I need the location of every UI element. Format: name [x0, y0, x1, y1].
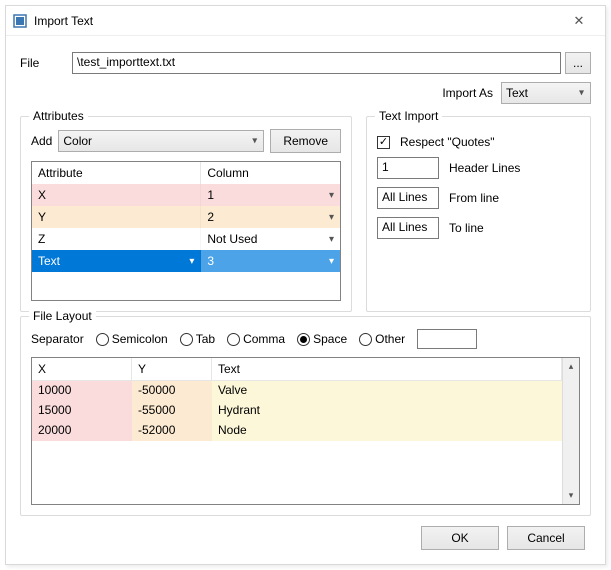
import-as-label: Import As [442, 86, 493, 100]
app-icon [12, 13, 28, 29]
chevron-down-icon: ▾ [329, 256, 334, 267]
titlebar: Import Text ✕ [6, 6, 605, 36]
attr-name-cell: Text▾ [32, 250, 201, 272]
attribute-row[interactable]: Y2▾ [32, 206, 340, 228]
to-line-label: To line [449, 221, 484, 235]
header-lines-input[interactable]: 1 [377, 157, 439, 179]
attr-column-cell[interactable]: Not Used▾ [201, 228, 340, 250]
col-text-header[interactable]: Text [212, 358, 562, 381]
sep-tab[interactable]: Tab [180, 332, 215, 346]
attribute-row[interactable]: Text▾3▾ [32, 250, 340, 272]
close-button[interactable]: ✕ [559, 13, 599, 29]
import-as-value: Text [506, 86, 528, 100]
data-preview-table: X Y Text 10000-50000Valve15000-55000Hydr… [32, 358, 562, 504]
cell-text: Valve [212, 381, 562, 401]
cancel-button[interactable]: Cancel [507, 526, 585, 550]
file-input[interactable]: \test_importtext.txt [72, 52, 561, 74]
window-title: Import Text [34, 14, 559, 28]
attr-column-cell[interactable]: 1▾ [201, 184, 340, 206]
attr-name-cell: Y [32, 206, 201, 228]
vertical-scrollbar[interactable]: ▴ ▾ [562, 358, 579, 504]
chevron-down-icon: ▾ [252, 136, 257, 147]
attributes-legend: Attributes [29, 109, 88, 123]
cell-y: -55000 [132, 401, 212, 421]
remove-button[interactable]: Remove [270, 129, 341, 153]
data-row[interactable]: 20000-52000Node [32, 421, 562, 441]
scroll-down-icon[interactable]: ▾ [563, 487, 579, 504]
cell-y: -50000 [132, 381, 212, 401]
cell-text: Node [212, 421, 562, 441]
attr-column-cell[interactable]: 3▾ [201, 250, 340, 272]
text-import-group: Text Import ✓ Respect "Quotes" 1 Header … [366, 116, 591, 312]
from-line-label: From line [449, 191, 499, 205]
file-layout-legend: File Layout [29, 309, 96, 323]
header-lines-label: Header Lines [449, 161, 520, 175]
attributes-group: Attributes Add Color ▾ Remove Attribute … [20, 116, 352, 312]
attr-name-cell: Z [32, 228, 201, 250]
cell-text: Hydrant [212, 401, 562, 421]
cell-x: 10000 [32, 381, 132, 401]
add-attribute-value: Color [63, 134, 92, 148]
respect-quotes-checkbox[interactable]: ✓ [377, 136, 390, 149]
attribute-row[interactable]: X1▾ [32, 184, 340, 206]
attr-header-attribute[interactable]: Attribute [32, 162, 201, 184]
file-layout-group: File Layout Separator Semicolon Tab Comm… [20, 316, 591, 516]
chevron-down-icon: ▾ [329, 234, 334, 245]
sep-semicolon[interactable]: Semicolon [96, 332, 168, 346]
chevron-down-icon: ▾ [329, 190, 334, 201]
separator-label: Separator [31, 332, 84, 346]
cell-x: 15000 [32, 401, 132, 421]
cell-y: -52000 [132, 421, 212, 441]
attr-column-cell[interactable]: 2▾ [201, 206, 340, 228]
sep-other-input[interactable] [417, 329, 477, 349]
import-text-dialog: Import Text ✕ File \test_importtext.txt … [5, 5, 606, 565]
sep-comma[interactable]: Comma [227, 332, 285, 346]
data-row[interactable]: 10000-50000Valve [32, 381, 562, 401]
attr-header-column[interactable]: Column [201, 162, 340, 184]
to-line-input[interactable]: All Lines [377, 217, 439, 239]
col-y-header[interactable]: Y [132, 358, 212, 381]
content: File \test_importtext.txt ... Import As … [6, 36, 605, 564]
chevron-down-icon: ▾ [579, 88, 584, 99]
attr-name-cell: X [32, 184, 201, 206]
browse-button[interactable]: ... [565, 52, 591, 74]
sep-other[interactable]: Other [359, 332, 405, 346]
chevron-down-icon: ▾ [189, 256, 194, 267]
add-label: Add [31, 134, 52, 148]
attributes-table: Attribute Column X1▾Y2▾ZNot Used▾Text▾3▾ [31, 161, 341, 301]
text-import-legend: Text Import [375, 109, 442, 123]
data-row[interactable]: 15000-55000Hydrant [32, 401, 562, 421]
add-attribute-select[interactable]: Color ▾ [58, 130, 264, 152]
chevron-down-icon: ▾ [329, 212, 334, 223]
scroll-up-icon[interactable]: ▴ [563, 358, 579, 375]
from-line-input[interactable]: All Lines [377, 187, 439, 209]
col-x-header[interactable]: X [32, 358, 132, 381]
file-label: File [20, 56, 72, 70]
cell-x: 20000 [32, 421, 132, 441]
sep-space[interactable]: Space [297, 332, 347, 346]
attribute-row[interactable]: ZNot Used▾ [32, 228, 340, 250]
ok-button[interactable]: OK [421, 526, 499, 550]
respect-quotes-label: Respect "Quotes" [400, 135, 495, 149]
import-as-select[interactable]: Text ▾ [501, 82, 591, 104]
